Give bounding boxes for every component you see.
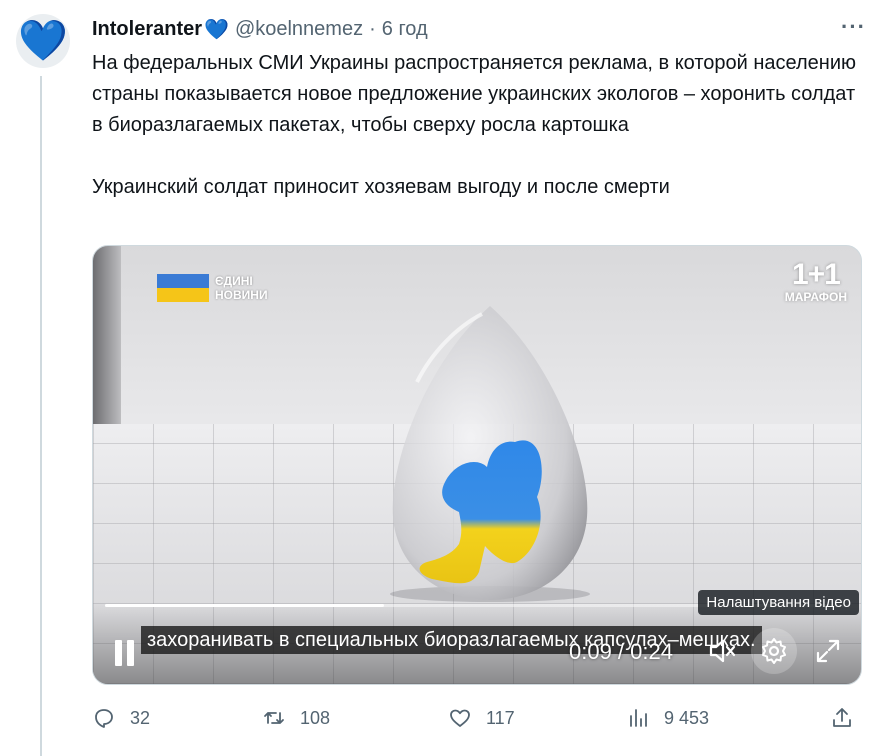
channel-logo: 1+1 МАРАФОН: [784, 258, 847, 305]
ukraine-flag-icon: [157, 274, 209, 302]
retweet-icon: [264, 712, 284, 724]
like-count: 117: [486, 707, 515, 728]
mute-icon[interactable]: [705, 634, 739, 668]
pause-icon[interactable]: [113, 640, 137, 666]
retweet-count: 108: [300, 707, 331, 728]
gear-icon[interactable]: [751, 628, 797, 674]
blue-heart-icon: 💙: [18, 18, 68, 64]
reply-count: 32: [130, 707, 151, 728]
author-handle[interactable]: @koelnnemez: [235, 18, 363, 41]
separator: ·: [369, 17, 376, 40]
news-label-line1: ЄДИНІ: [215, 274, 253, 288]
tweet-time[interactable]: 6 год: [382, 18, 428, 41]
views-icon: [630, 709, 647, 727]
progress-fill: [105, 604, 384, 607]
channel-logo-name: МАРАФОН: [784, 290, 847, 304]
news-label: ЄДИНІ НОВИНИ: [215, 274, 268, 302]
author-badge: 💙: [204, 17, 229, 41]
more-horizontal-icon[interactable]: ···: [841, 14, 866, 40]
retweet-button[interactable]: 108: [262, 700, 330, 736]
fullscreen-icon[interactable]: [811, 634, 845, 668]
thread-line: [40, 76, 42, 756]
avatar[interactable]: 💙: [16, 14, 70, 68]
like-button[interactable]: 117: [448, 700, 515, 736]
news-label-line2: НОВИНИ: [215, 288, 268, 302]
tweet-text: На федеральных СМИ Украины распространяе…: [92, 52, 857, 198]
share-icon: [833, 708, 851, 727]
views-button[interactable]: 9 453: [626, 700, 709, 736]
settings-tooltip: Налаштування відео: [698, 590, 859, 615]
video-timecode: 0:09 / 0:24: [569, 639, 673, 664]
share-button[interactable]: [830, 700, 854, 736]
views-count: 9 453: [664, 707, 710, 728]
tweet-actions: 32 108 117 9 453: [92, 700, 862, 736]
egg-capsule-figure: [390, 306, 590, 602]
channel-logo-number: 1+1: [791, 258, 841, 291]
reply-button[interactable]: 32: [92, 700, 150, 736]
reply-icon: [95, 709, 113, 728]
tweet-header: Intoleranter 💙 @koelnnemez · 6 год ···: [92, 14, 866, 44]
like-icon: [450, 709, 470, 727]
author-name[interactable]: Intoleranter: [92, 18, 202, 41]
video-player[interactable]: ЄДИНІ НОВИНИ 1+1 МАРАФОН Налаштування ві…: [92, 245, 862, 685]
